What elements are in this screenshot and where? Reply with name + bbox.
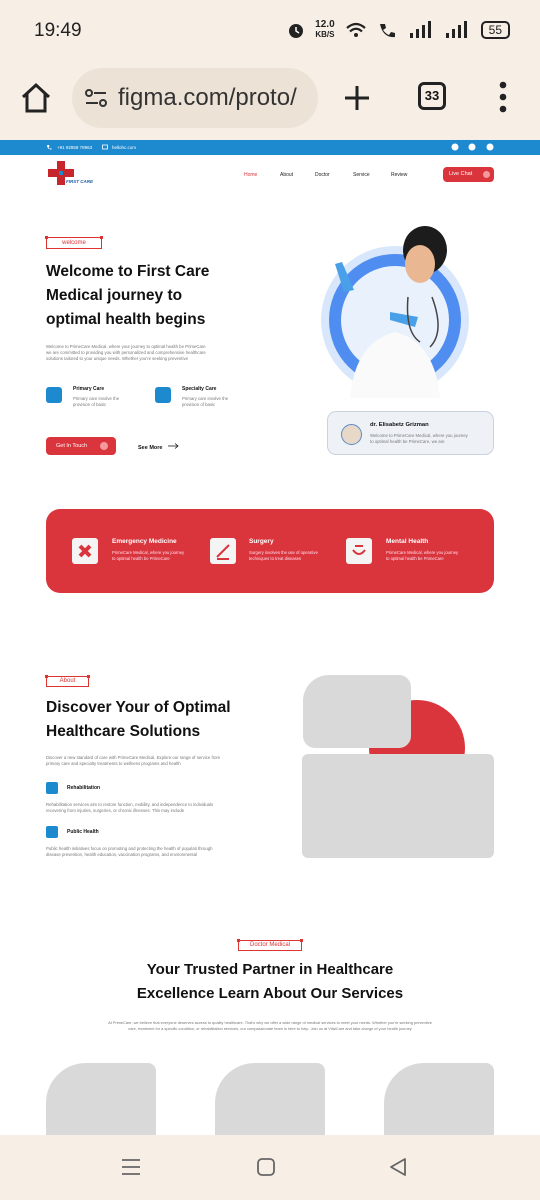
- doctor-portrait: [321, 226, 469, 398]
- service-card-placeholder: [215, 1063, 325, 1135]
- service-title: Emergency Medicine: [112, 538, 177, 545]
- service-card-placeholder: [384, 1063, 494, 1135]
- service-desc: PrimeCare Medical, where you journey to o…: [112, 550, 185, 561]
- about-image-placeholder: [303, 675, 411, 748]
- doctor-card: dr. Elisabetz Grizman Welcome to PrimeCa…: [327, 411, 494, 455]
- instagram-icon[interactable]: [451, 143, 459, 151]
- contact-phone: +91 92858 78963: [57, 145, 93, 150]
- live-chat-button[interactable]: Live Chat: [443, 167, 494, 182]
- primary-care-title: Primary Care: [73, 386, 105, 392]
- back-button-icon[interactable]: [388, 1157, 408, 1177]
- battery-indicator: 55: [480, 21, 510, 39]
- doctor-avatar: [341, 424, 362, 445]
- figma-prototype-page: +91 92858 78963 hellohc.com FIRST CARE H…: [0, 140, 540, 1135]
- status-icons: 12.0 KB/S 55: [287, 20, 510, 40]
- mail-icon: [102, 144, 108, 150]
- browser-toolbar: figma.com/proto/ 33: [0, 62, 540, 140]
- public-health-desc: Public health initiatives focus on promo…: [46, 846, 213, 857]
- live-chat-label: Live Chat: [449, 171, 473, 177]
- new-tab-icon[interactable]: [343, 84, 371, 112]
- recent-apps-icon[interactable]: [121, 1157, 141, 1177]
- arrow-circle-icon: [483, 171, 490, 178]
- service-desc: PrimeCare Medical, where you journey to o…: [386, 550, 459, 561]
- specialty-care-title: Specialty Care: [182, 386, 217, 392]
- contact-strip: +91 92858 78963 hellohc.com: [0, 140, 540, 155]
- specialty-care-icon: [155, 387, 171, 403]
- nav-review[interactable]: Review: [391, 172, 407, 178]
- arrow-right-icon: [168, 443, 179, 449]
- doctor-section-title: Your Trusted Partner in Healthcare Excel…: [136, 961, 404, 1002]
- service-title: Mental Health: [386, 538, 429, 545]
- rehabilitation-title: Rehabilitation: [67, 785, 101, 791]
- primary-care-icon: [46, 387, 62, 403]
- contact-email: hellohc.com: [112, 145, 137, 150]
- service-card-placeholder: [46, 1063, 156, 1135]
- get-in-touch-button[interactable]: Get In Touch: [46, 437, 116, 455]
- logo-text: FIRST CARE: [66, 179, 93, 184]
- hero-title: Welcome to First Care Medical journey to…: [46, 263, 210, 328]
- rehabilitation-icon: [46, 782, 58, 794]
- signal-icon-2: [445, 21, 467, 38]
- nav-service[interactable]: Service: [353, 172, 370, 178]
- welcome-tag: welcome: [45, 236, 103, 249]
- about-tag: About: [45, 675, 90, 687]
- service-desc: Surgery involves the use of operative tec…: [249, 550, 318, 561]
- address-bar[interactable]: figma.com/proto/: [72, 68, 318, 128]
- call-icon: [379, 24, 395, 38]
- nav-about[interactable]: About: [280, 172, 293, 178]
- home-icon[interactable]: [20, 82, 52, 114]
- status-bar: 19:49 12.0 KB/S 55: [0, 0, 540, 62]
- facebook-icon[interactable]: [486, 143, 494, 151]
- site-settings-icon[interactable]: [84, 86, 108, 110]
- about-image-placeholder: [302, 754, 494, 858]
- public-health-icon: [46, 826, 58, 838]
- doctor-description: Welcome to PrimeCare Medical, where you …: [370, 433, 468, 444]
- signal-icon: [409, 21, 431, 38]
- wifi-icon: [345, 22, 366, 37]
- services-highlight-box: Emergency Medicine PrimeCare Medical, wh…: [46, 509, 494, 593]
- brain-icon: [346, 538, 372, 564]
- emergency-icon: [72, 538, 98, 564]
- android-navigation-bar: [0, 1135, 540, 1200]
- see-more-label: See More: [138, 445, 163, 451]
- home-button-icon[interactable]: [256, 1157, 276, 1177]
- url-text: figma.com/proto/: [118, 84, 297, 111]
- about-title: Discover Your of Optimal Healthcare Solu…: [46, 699, 231, 740]
- public-health-title: Public Health: [67, 829, 99, 835]
- nav-home[interactable]: Home: [244, 172, 257, 178]
- phone-icon: [47, 145, 52, 150]
- about-description: Discover a new standard of care with Pri…: [46, 755, 221, 766]
- specialty-care-desc: Primary care involve the provision of bas…: [182, 396, 229, 407]
- primary-care-desc: Primary care involve the provision of bas…: [73, 396, 120, 407]
- see-more-link[interactable]: See More: [138, 443, 180, 451]
- alarm-icon: [289, 24, 304, 38]
- hero-description: Welcome to PrimeCare Medical, where your…: [46, 344, 206, 361]
- doctor-name: dr. Elisabetz Grizman: [370, 422, 429, 428]
- nav-doctor[interactable]: Doctor: [315, 172, 330, 178]
- get-in-touch-label: Get In Touch: [56, 443, 88, 449]
- twitter-icon[interactable]: [468, 143, 476, 151]
- site-navbar: FIRST CARE Home About Doctor Service Rev…: [0, 155, 540, 195]
- status-time: 19:49: [34, 20, 82, 41]
- scalpel-icon: [210, 538, 236, 564]
- more-menu-icon[interactable]: [497, 80, 509, 114]
- tab-switcher-button[interactable]: 33: [418, 82, 446, 110]
- net-speed: 12.0 KB/S: [315, 19, 335, 40]
- doctor-section-description: At PrimeCare, we believe that everyone d…: [108, 1020, 432, 1031]
- doctor-medical-tag: Doctor Medical: [237, 939, 303, 951]
- arrow-circle-icon: [100, 442, 108, 450]
- service-title: Surgery: [249, 538, 274, 545]
- rehabilitation-desc: Rehabilitation services aim to restore f…: [46, 802, 214, 813]
